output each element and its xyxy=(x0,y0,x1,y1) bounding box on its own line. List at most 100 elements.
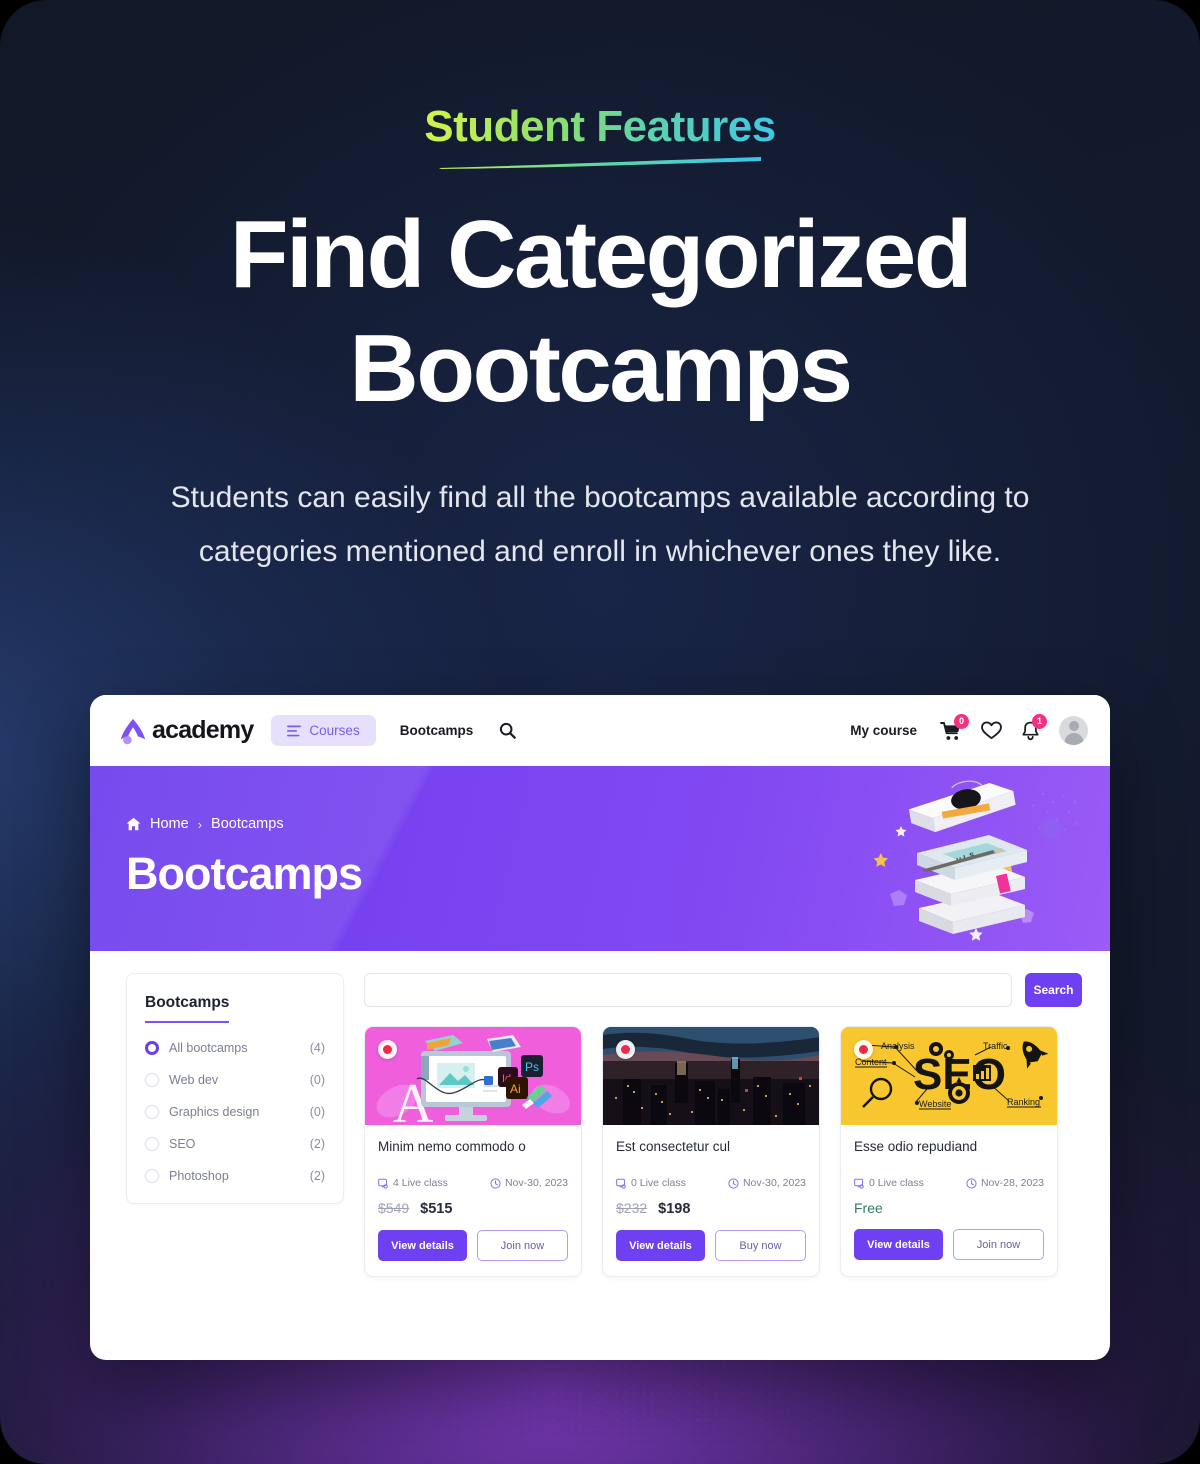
live-class-text: 0 Live class xyxy=(631,1177,686,1189)
sidebar-item-graphics-design[interactable]: Graphics design (0) xyxy=(145,1105,325,1119)
search-input[interactable] xyxy=(364,973,1012,1007)
card-thumbnail: A Ps Ai xyxy=(365,1027,581,1125)
filter-label: Graphics design xyxy=(169,1105,260,1119)
brand-logo[interactable]: academy xyxy=(118,716,254,746)
date-text: Nov-30, 2023 xyxy=(504,1177,568,1189)
filter-count: (0) xyxy=(309,1073,325,1087)
live-class-icon xyxy=(616,1178,626,1189)
navbar-actions: My course 0 1 xyxy=(850,713,1088,745)
sidebar-item-photoshop[interactable]: Photoshop (2) xyxy=(145,1169,325,1183)
wishlist-button[interactable] xyxy=(981,721,1002,740)
filter-sidebar: Bootcamps All bootcamps (4) Web dev (0) … xyxy=(126,973,344,1204)
free-price: Free xyxy=(854,1200,883,1216)
live-class-meta: 0 Live class xyxy=(854,1177,924,1189)
eyebrow-swoosh-icon xyxy=(439,157,761,170)
date-meta: Nov-30, 2023 xyxy=(728,1177,806,1189)
live-class-text: 4 Live class xyxy=(393,1177,448,1189)
view-details-button[interactable]: View details xyxy=(854,1229,943,1260)
page-root: Student Features Find Categorized Bootca… xyxy=(0,0,1200,1464)
bootcamp-card[interactable]: Analysis Content Traffic Website Ranking… xyxy=(840,1026,1058,1277)
clock-icon xyxy=(966,1177,977,1189)
seo-illustration: Analysis Content Traffic Website Ranking… xyxy=(841,1027,1057,1125)
radio-icon xyxy=(145,1041,159,1055)
search-icon xyxy=(500,722,516,739)
live-class-meta: 0 Live class xyxy=(616,1177,686,1189)
cart-badge: 0 xyxy=(954,713,969,729)
books-stack-illustration: H I S xyxy=(873,780,1079,941)
card-title: Est consectetur cul xyxy=(616,1139,731,1154)
menu-list-icon xyxy=(287,725,302,736)
filter-label: Photoshop xyxy=(169,1169,229,1183)
card-actions: View details Join now xyxy=(378,1230,568,1261)
live-record-icon xyxy=(616,1040,635,1059)
svg-text:Website: Website xyxy=(919,1099,951,1109)
radio-icon xyxy=(145,1169,159,1183)
city-art-svg xyxy=(603,1027,819,1125)
old-price: $549 xyxy=(378,1200,410,1216)
date-text: Nov-28, 2023 xyxy=(980,1177,1044,1189)
academy-logo-icon xyxy=(120,718,146,744)
date-meta: Nov-28, 2023 xyxy=(966,1177,1044,1189)
page-content: Bootcamps All bootcamps (4) Web dev (0) … xyxy=(90,951,1110,1277)
sidebar-item-seo[interactable]: SEO (2) xyxy=(145,1137,325,1151)
courses-menu-button[interactable]: Courses xyxy=(271,715,376,746)
bootcamp-card[interactable]: A Ps Ai Minim nemo commodo o 4 Live clas… xyxy=(364,1026,582,1277)
graphics-design-illustration: A Ps Ai xyxy=(365,1027,581,1125)
design-art-svg: A Ps Ai xyxy=(376,1035,570,1125)
breadcrumb-home[interactable]: Home xyxy=(150,816,189,832)
bootcamp-card-list: A Ps Ai Minim nemo commodo o 4 Live clas… xyxy=(364,1026,1082,1277)
card-title: Minim nemo commodo o xyxy=(378,1139,526,1154)
svg-text:Analysis: Analysis xyxy=(881,1041,915,1051)
live-record-icon xyxy=(854,1040,873,1059)
filter-count: (0) xyxy=(309,1105,325,1119)
new-price: $198 xyxy=(658,1201,691,1217)
notification-badge: 1 xyxy=(1032,713,1047,729)
card-thumbnail: Analysis Content Traffic Website Ranking… xyxy=(841,1027,1057,1125)
headline-line-1: Find Categorized xyxy=(229,201,973,309)
card-body: Minim nemo commodo o 4 Live class Nov-30… xyxy=(365,1125,581,1276)
breadcrumb-separator-icon: › xyxy=(197,816,203,832)
filter-count: (2) xyxy=(309,1137,325,1151)
card-thumbnail xyxy=(603,1027,819,1125)
breadcrumb-current: Bootcamps xyxy=(211,816,284,832)
eyebrow-label: Student Features xyxy=(424,102,776,151)
radio-icon xyxy=(145,1137,159,1151)
join-now-button[interactable]: Join now xyxy=(953,1229,1044,1260)
clock-icon xyxy=(490,1177,501,1189)
filter-label: SEO xyxy=(169,1137,196,1151)
eyebrow-wrap: Student Features xyxy=(0,102,1200,170)
sidebar-item-all-bootcamps[interactable]: All bootcamps (4) xyxy=(145,1041,325,1055)
seo-art-svg: Analysis Content Traffic Website Ranking… xyxy=(855,1041,1049,1110)
navbar-search-button[interactable] xyxy=(499,722,516,739)
filter-count: (4) xyxy=(309,1041,325,1055)
brand-name: academy xyxy=(152,716,254,744)
avatar[interactable] xyxy=(1059,716,1088,745)
nav-link-bootcamps[interactable]: Bootcamps xyxy=(400,723,474,738)
search-bar: Search xyxy=(364,973,1082,1007)
card-body: Esse odio repudiand 0 Live class Nov-28,… xyxy=(841,1125,1057,1275)
hero-subcopy: Students can easily find all the bootcam… xyxy=(170,480,1030,568)
app-window: academy Courses Bootcamps My course 0 1 … xyxy=(90,695,1110,1360)
buy-now-button[interactable]: Buy now xyxy=(715,1230,806,1261)
card-actions: View details Buy now xyxy=(616,1230,806,1261)
results-column: Search A Ps Ai Minim nemo commodo o 4 Li… xyxy=(364,973,1082,1277)
notifications-button[interactable]: 1 xyxy=(1021,713,1047,741)
date-text: Nov-30, 2023 xyxy=(742,1177,806,1189)
svg-text:Ai: Ai xyxy=(510,1082,521,1096)
view-details-button[interactable]: View details xyxy=(616,1230,705,1261)
card-title: Esse odio repudiand xyxy=(854,1139,978,1154)
search-button[interactable]: Search xyxy=(1025,973,1082,1007)
card-meta: 4 Live class Nov-30, 2023 xyxy=(378,1177,568,1189)
my-course-link[interactable]: My course xyxy=(850,723,917,738)
card-price: Free xyxy=(854,1200,1044,1216)
bootcamp-card[interactable]: Est consectetur cul 0 Live class Nov-30,… xyxy=(602,1026,820,1277)
card-price: $232 $198 xyxy=(616,1200,806,1217)
join-now-button[interactable]: Join now xyxy=(477,1230,568,1261)
live-class-text: 0 Live class xyxy=(869,1177,924,1189)
svg-text:Ps: Ps xyxy=(525,1060,539,1074)
view-details-button[interactable]: View details xyxy=(378,1230,467,1261)
card-body: Est consectetur cul 0 Live class Nov-30,… xyxy=(603,1125,819,1276)
sidebar-item-web-dev[interactable]: Web dev (0) xyxy=(145,1073,325,1087)
live-class-meta: 4 Live class xyxy=(378,1177,448,1189)
cart-button[interactable]: 0 xyxy=(940,713,969,741)
